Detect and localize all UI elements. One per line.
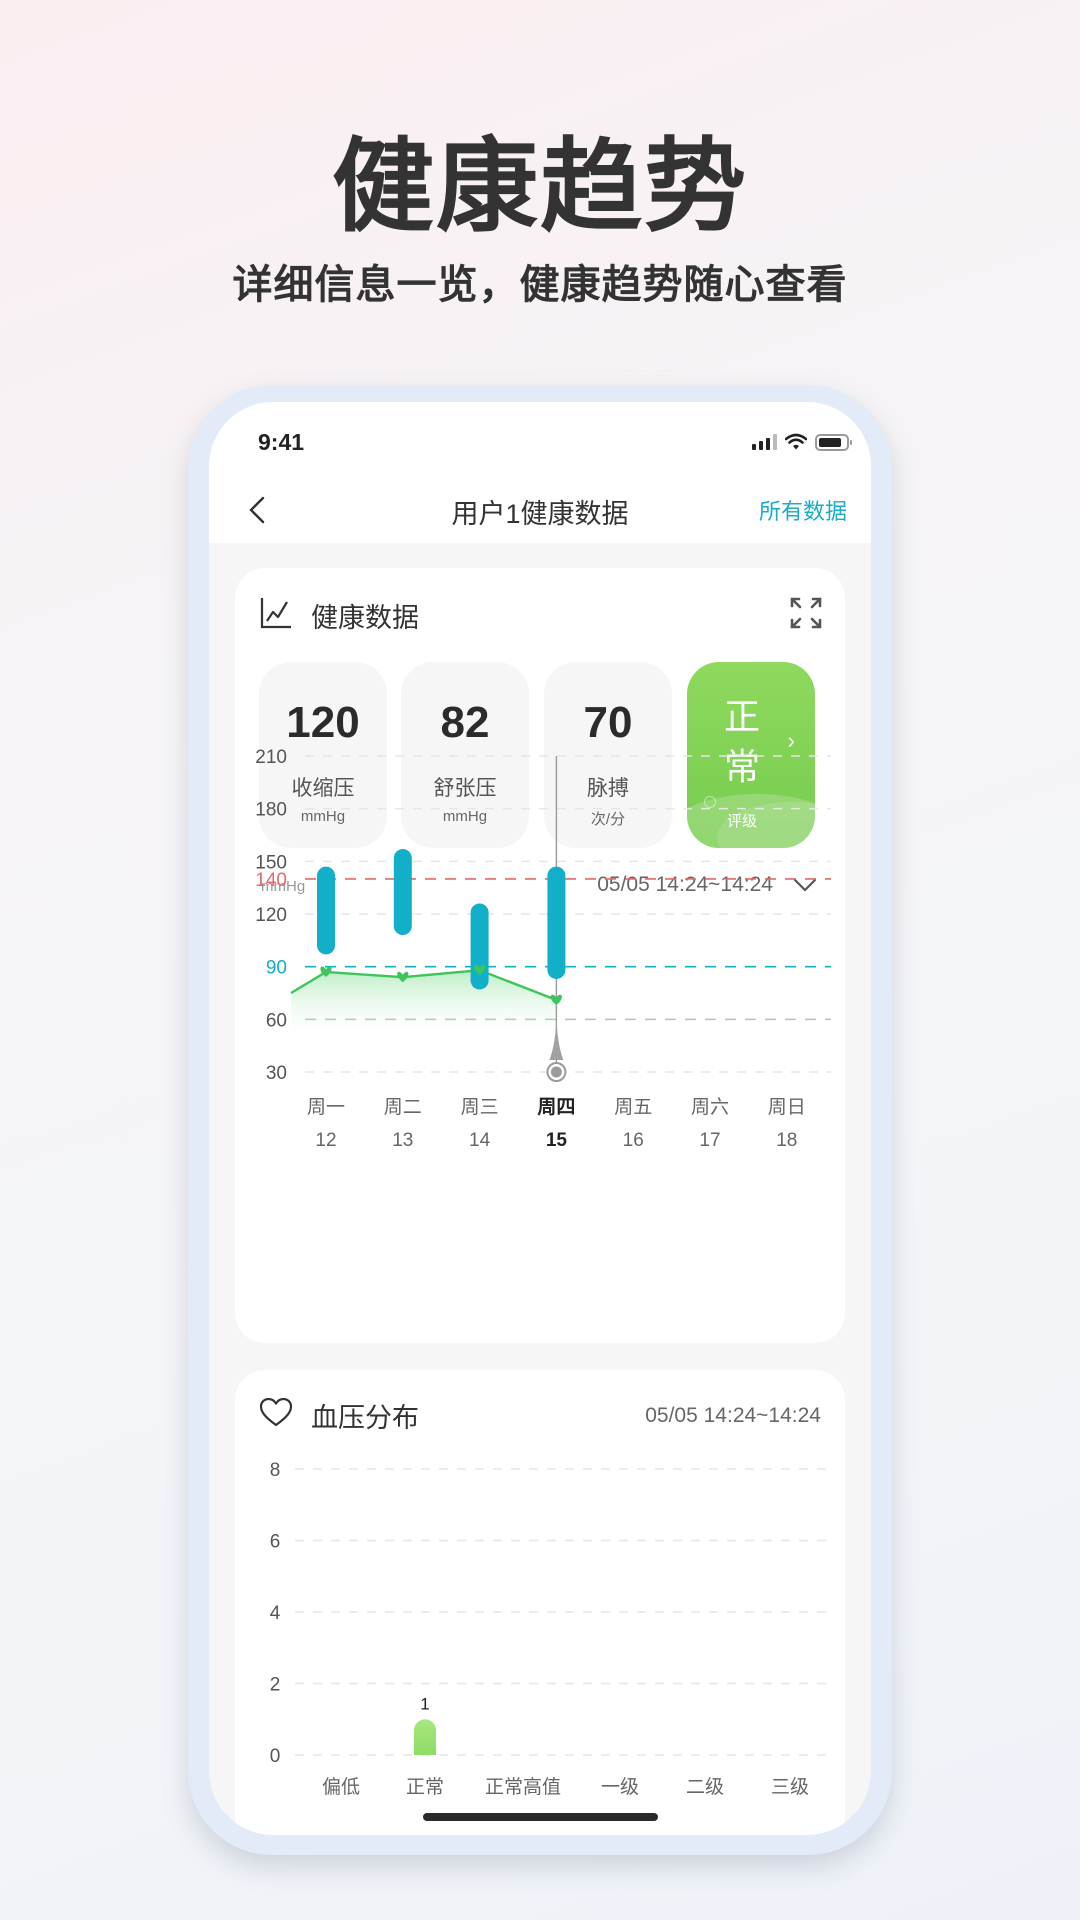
y-tick-label: 4	[270, 1603, 281, 1624]
top-bar: 9:41 用户1健康数据 所有数据	[209, 402, 871, 543]
x-tick-weekday: 周三	[461, 1097, 499, 1118]
x-tick-day: 12	[315, 1130, 336, 1151]
y-tick-label: 120	[255, 905, 287, 926]
x-tick-day: 15	[546, 1130, 568, 1151]
x-tick-label: 正常高值	[485, 1776, 561, 1798]
y-tick-label: 210	[255, 747, 287, 768]
bp-range-bar	[317, 866, 335, 955]
blood-pressure-trend-chart[interactable]: 210180150140120906030周一12周二13周三14周四15周五1…	[235, 568, 845, 1343]
x-tick-label: 三级	[771, 1776, 809, 1798]
hero-subtitle: 详细信息一览，健康趋势随心查看	[232, 263, 848, 307]
y-tick-label: 90	[266, 958, 287, 979]
y-tick-label: 60	[266, 1010, 287, 1031]
x-tick-label: 一级	[601, 1776, 639, 1798]
selection-handle-dot	[550, 1066, 562, 1078]
y-tick-label: 0	[270, 1746, 281, 1767]
bp-range-bar	[470, 903, 489, 990]
x-tick-day: 17	[699, 1130, 720, 1151]
x-tick-day: 18	[776, 1130, 797, 1151]
status-time: 9:41	[258, 429, 305, 455]
x-tick-weekday: 周五	[614, 1097, 652, 1118]
x-tick-day: 13	[392, 1130, 413, 1151]
hero-title: 健康趋势	[332, 130, 748, 244]
x-tick-weekday: 周四	[537, 1096, 575, 1118]
y-tick-label: 2	[270, 1675, 281, 1696]
y-tick-label: 30	[266, 1063, 287, 1084]
y-tick-label: 6	[270, 1532, 281, 1553]
distribution-bar	[414, 1719, 436, 1755]
bp-range-bar	[547, 866, 566, 979]
x-tick-day: 14	[469, 1130, 491, 1151]
x-tick-weekday: 周二	[384, 1097, 422, 1118]
x-tick-label: 偏低	[322, 1776, 360, 1798]
bp-range-bar	[393, 849, 412, 936]
wifi-icon	[785, 433, 807, 450]
pulse-area	[291, 970, 557, 1042]
status-icons	[752, 430, 852, 454]
x-tick-label: 正常	[406, 1776, 444, 1798]
x-tick-day: 16	[623, 1130, 644, 1151]
phone-screen: 9:41 用户1健康数据 所有数据 健康数据 120 收缩压 mmHg 82 舒…	[209, 402, 871, 1835]
health-data-card: 健康数据 120 收缩压 mmHg 82 舒张压 mmHg 70 脉搏 次/分	[235, 568, 845, 1343]
bar-data-label: 1	[420, 1694, 429, 1713]
distribution-card: 血压分布 05/05 14:24~14:24 0 2 4 6 8 偏低 1 正常 正常高值 一级二…	[235, 1370, 845, 1835]
signal-icon	[752, 434, 777, 450]
y-tick-label: 140	[255, 870, 287, 891]
x-tick-label: 二级	[686, 1776, 724, 1798]
x-tick-weekday: 周日	[768, 1097, 806, 1118]
x-tick-weekday: 周六	[691, 1096, 729, 1118]
y-tick-label: 180	[255, 800, 287, 821]
distribution-bar-chart: 0 2 4 6 8 偏低 1 正常 正常高值 一级 二级 三级	[270, 1460, 831, 1798]
y-tick-label: 8	[270, 1460, 281, 1481]
x-tick-weekday: 周一	[307, 1097, 345, 1118]
battery-icon	[815, 433, 852, 451]
home-indicator	[423, 1813, 658, 1821]
all-data-link[interactable]: 所有数据	[759, 494, 847, 526]
